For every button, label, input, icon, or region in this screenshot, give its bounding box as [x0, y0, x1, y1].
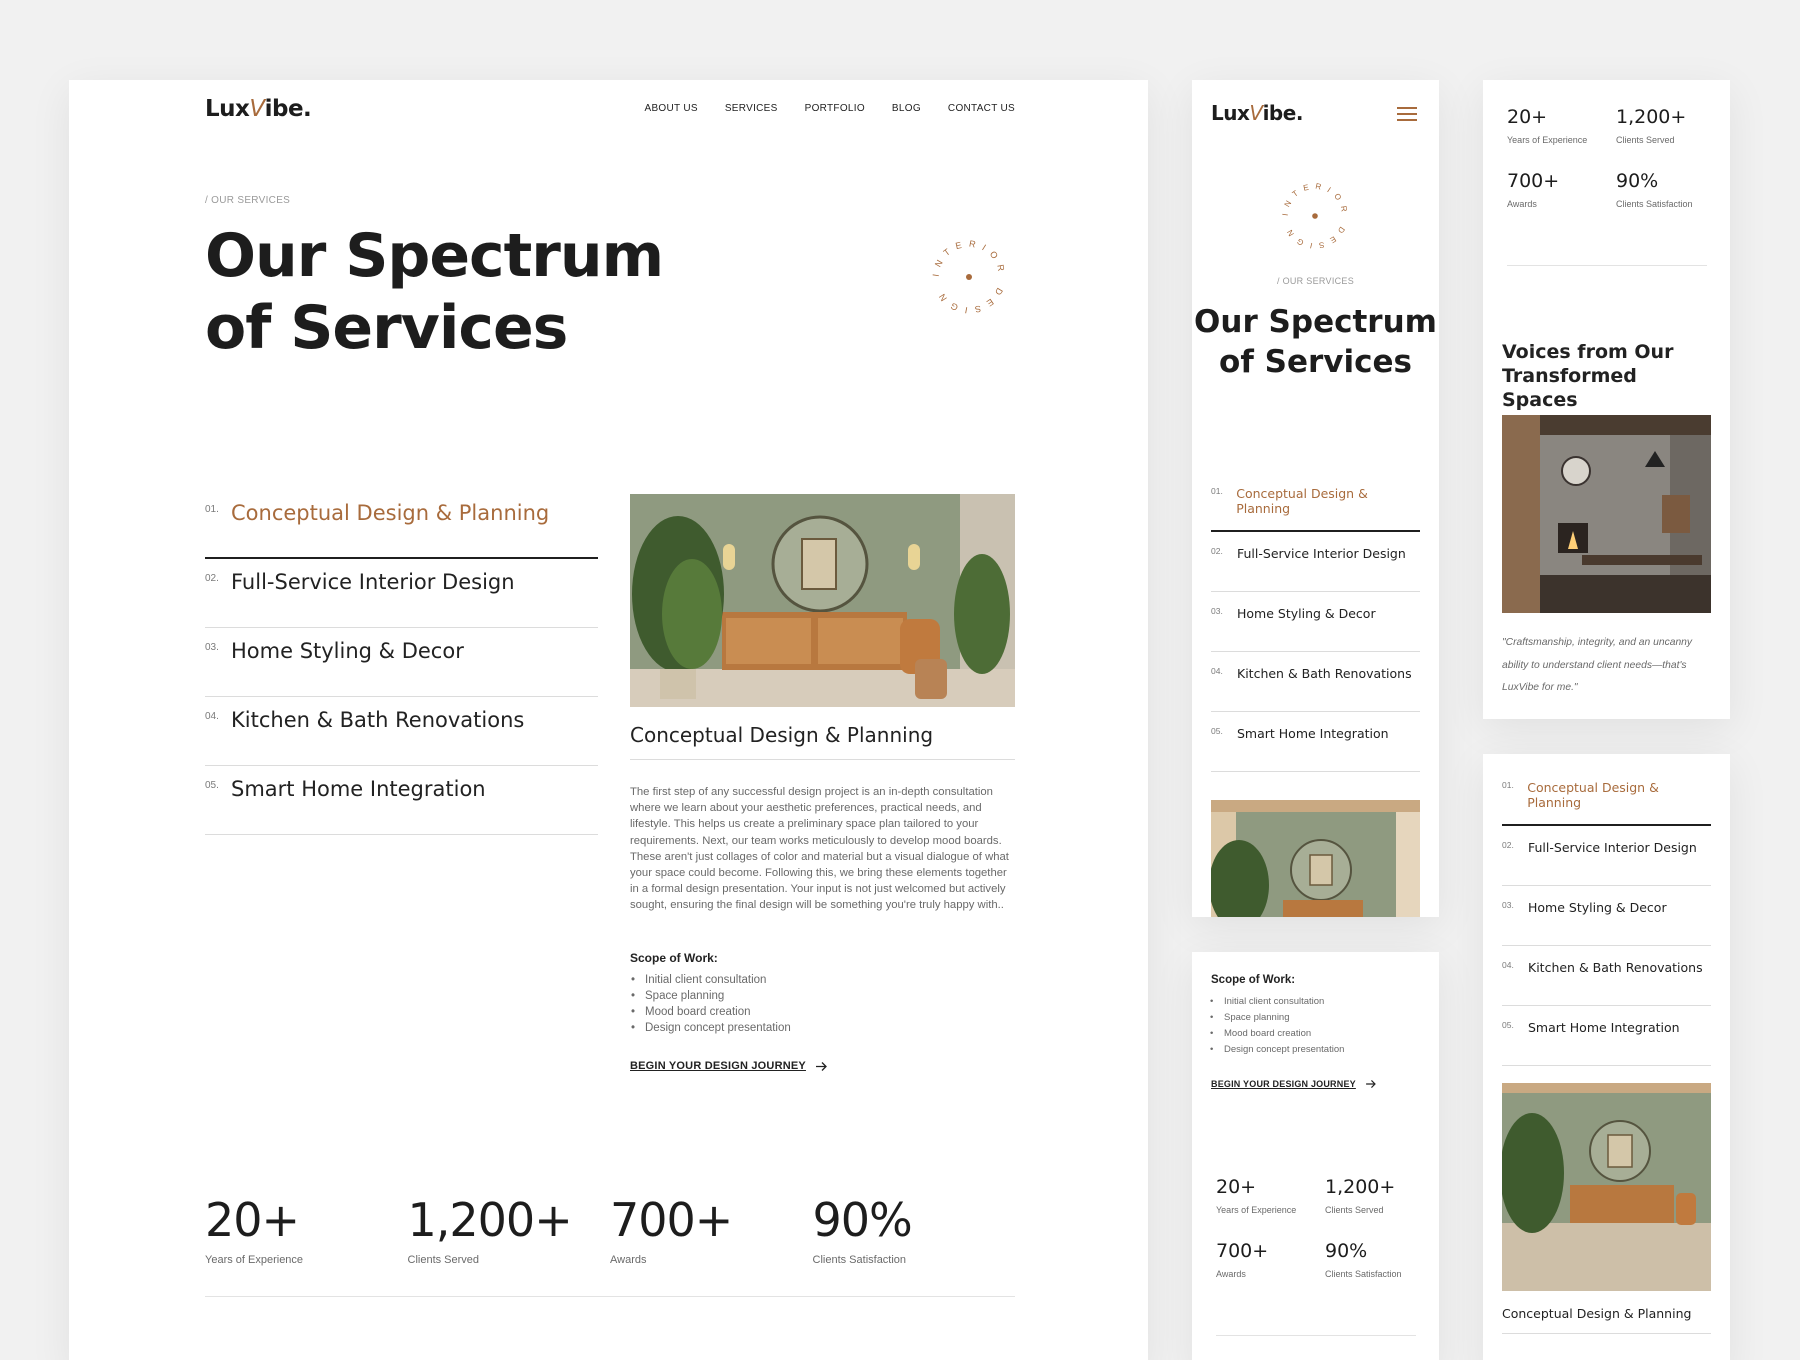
scope-heading: Scope of Work: — [630, 951, 718, 965]
services-list: 01. Conceptual Design & Planning 02. Full-… — [1211, 472, 1420, 772]
logo[interactable]: LuxVibe. — [205, 96, 312, 122]
testimonial-photo — [1502, 415, 1711, 613]
service-description: The first step of any successful design … — [630, 786, 1009, 912]
nav-contact-us[interactable]: CONTACT US — [948, 103, 1015, 114]
stat: 20+ Years of Experience — [1216, 1176, 1297, 1215]
stat: 700+ Awards — [1216, 1240, 1269, 1279]
mobile-page-testimonials: 20+ Years of Experience 1,200+ Clients Ser… — [1483, 80, 1730, 719]
service-item[interactable]: 03. Home Styling & Decor — [205, 628, 598, 697]
service-item[interactable]: 03. Home Styling & Decor — [1502, 886, 1711, 946]
main-nav: ABOUT US SERVICES PORTFOLIO BLOG CONTACT… — [644, 103, 1015, 114]
stat: 700+ Awards — [1507, 170, 1560, 209]
begin-journey-link[interactable]: BEGIN YOUR DESIGN JOURNEY — [630, 1060, 827, 1072]
mobile-page-top: LuxVibe. INTERIOR DESIGN / OUR SERVICES … — [1192, 80, 1439, 917]
service-item[interactable]: 02. Full-Service Interior Design — [205, 559, 598, 628]
list-item: Space planning — [1210, 1010, 1344, 1026]
service-item[interactable]: 02. Full-Service Interior Design — [1211, 532, 1420, 592]
service-item[interactable]: 02. Full-Service Interior Design — [1502, 826, 1711, 886]
service-item[interactable]: 04. Kitchen & Bath Renovations — [205, 697, 598, 766]
list-item: Initial client consultation — [631, 972, 791, 988]
service-item[interactable]: 03. Home Styling & Decor — [1211, 592, 1420, 652]
list-item: Space planning — [631, 988, 791, 1004]
breadcrumb: / OUR SERVICES — [205, 195, 291, 206]
stat: 90% Clients Satisfaction — [1325, 1240, 1402, 1279]
list-item: Initial client consultation — [1210, 994, 1344, 1010]
stats-row: 20+ Years of Experience 1,200+ Clients Ser… — [205, 1192, 1015, 1297]
page-title: Our Spectrum of Services — [205, 221, 664, 363]
interior-design-badge-icon: INTERIOR DESIGN — [1281, 182, 1344, 251]
stat: 20+ Years of Experience — [1507, 106, 1588, 145]
service-photo-caption: Conceptual Design & Planning — [1502, 1306, 1711, 1334]
testimonials-heading: Voices from Our Transformed Spaces — [1502, 341, 1674, 411]
stat: 1,200+ Clients Served — [1325, 1176, 1396, 1215]
list-item: Design concept presentation — [1210, 1042, 1344, 1058]
service-photo — [1211, 800, 1420, 917]
service-item[interactable]: 01. Conceptual Design & Planning — [1211, 472, 1420, 532]
nav-services[interactable]: SERVICES — [725, 103, 778, 114]
service-item[interactable]: 04. Kitchen & Bath Renovations — [1211, 652, 1420, 712]
stat: 700+ Awards — [610, 1193, 733, 1266]
breadcrumb: / OUR SERVICES — [1276, 276, 1355, 286]
scope-list: Initial client consultation Space planni… — [631, 972, 791, 1036]
stat: 20+ Years of Experience — [205, 1193, 304, 1266]
scope-list: Initial client consultation Space planni… — [1210, 994, 1344, 1058]
list-item: Design concept presentation — [631, 1020, 791, 1036]
services-list: 01. Conceptual Design & Planning 02. Full-… — [205, 490, 598, 835]
list-item: Mood board creation — [1210, 1026, 1344, 1042]
nav-blog[interactable]: BLOG — [892, 103, 921, 114]
nav-about-us[interactable]: ABOUT US — [644, 103, 697, 114]
divider — [1507, 265, 1707, 266]
logo[interactable]: LuxVibe. — [1211, 101, 1303, 125]
service-photo — [630, 494, 1015, 707]
list-item: Mood board creation — [631, 1004, 791, 1020]
service-detail-title: Conceptual Design & Planning — [630, 723, 1015, 760]
stat: 90% Clients Satisfaction — [1616, 170, 1693, 209]
services-list: 01. Conceptual Design & Planning 02. Full-… — [1502, 766, 1711, 1066]
service-photo — [1502, 1083, 1711, 1291]
stats-grid: 20+ Years of Experience 1,200+ Clients Ser… — [1216, 1174, 1434, 1282]
service-item[interactable]: 01. Conceptual Design & Planning — [205, 490, 598, 559]
hamburger-menu-icon[interactable] — [1397, 107, 1417, 121]
arrow-right-icon — [1365, 1080, 1376, 1088]
service-item[interactable]: 04. Kitchen & Bath Renovations — [1502, 946, 1711, 1006]
mobile-page-middle: Scope of Work: Initial client consultati… — [1192, 952, 1439, 1360]
testimonial-quote: "Craftsmanship, integrity, and an uncann… — [1502, 637, 1693, 693]
nav-portfolio[interactable]: PORTFOLIO — [805, 103, 865, 114]
service-item[interactable]: 05. Smart Home Integration — [1211, 712, 1420, 772]
interior-design-badge-icon: INTERIOR DESIGN — [931, 238, 1001, 315]
begin-journey-link[interactable]: BEGIN YOUR DESIGN JOURNEY — [1211, 1079, 1376, 1089]
arrow-right-icon — [815, 1061, 827, 1071]
stat: 1,200+ Clients Served — [407, 1193, 573, 1266]
service-item[interactable]: 05. Smart Home Integration — [1502, 1006, 1711, 1066]
desktop-page: LuxVibe. ABOUT US SERVICES PORTFOLIO BLO… — [69, 80, 1148, 1360]
stat: 1,200+ Clients Served — [1616, 106, 1687, 145]
mobile-page-services: 01. Conceptual Design & Planning 02. Full-… — [1483, 754, 1730, 1360]
service-item[interactable]: 05. Smart Home Integration — [205, 766, 598, 835]
service-item[interactable]: 01. Conceptual Design & Planning — [1502, 766, 1711, 826]
stats-grid: 20+ Years of Experience 1,200+ Clients Ser… — [1507, 104, 1725, 212]
stat: 90% Clients Satisfaction — [812, 1193, 913, 1266]
divider — [1216, 1335, 1416, 1336]
scope-heading: Scope of Work: — [1211, 974, 1296, 986]
page-title: Our Spectrum of Services — [1194, 304, 1437, 380]
